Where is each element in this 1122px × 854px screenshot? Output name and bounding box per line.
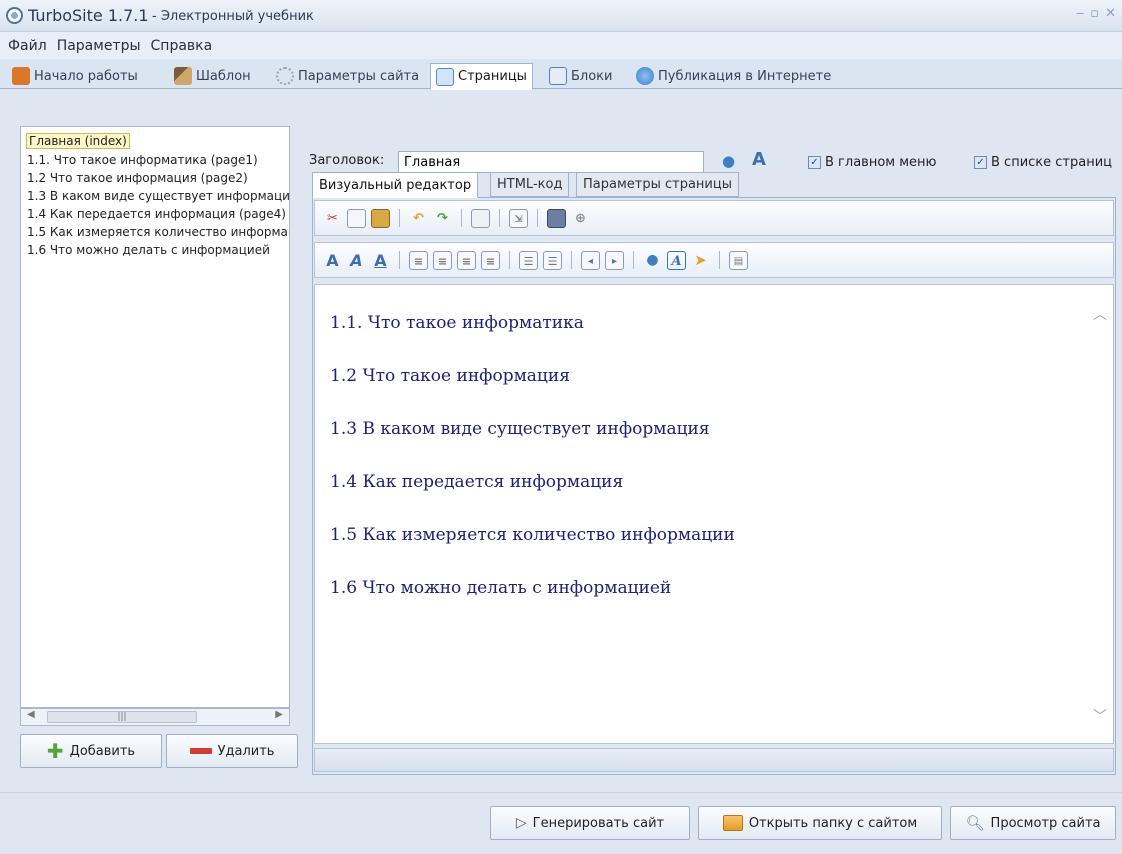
close-button[interactable]: ✕	[1105, 6, 1116, 21]
blocks-icon	[549, 67, 567, 85]
page-list-horizontal-scrollbar[interactable]: ◀ ||| ▶	[20, 708, 290, 726]
heading-label: Заголовок:	[309, 153, 385, 168]
main-menu-checkbox[interactable]: ✓ В главном меню	[808, 155, 936, 170]
app-logo-icon	[6, 7, 23, 24]
image-icon[interactable]	[547, 208, 566, 228]
preview-site-button[interactable]: 🔍︎ Просмотр сайта	[950, 806, 1116, 840]
print-icon[interactable]	[471, 208, 490, 228]
insert-icon[interactable]: ⇲	[509, 208, 528, 228]
plus-icon: ✚	[46, 739, 64, 763]
main-tab-bar: Начало работы Шаблон Параметры сайта Стр…	[0, 59, 1122, 90]
highlight-icon[interactable]: ➤	[691, 251, 710, 270]
document-link[interactable]: 1.1. Что такое информатика	[330, 313, 584, 333]
underline-icon[interactable]: A	[371, 251, 390, 270]
scrollbar-thumb[interactable]: |||	[47, 711, 197, 723]
scroll-right-icon[interactable]: ▶	[275, 709, 283, 720]
page-list: Главная (index) 1.1. Что такое информати…	[20, 126, 290, 708]
menu-help[interactable]: Справка	[151, 38, 213, 54]
bullet-list-icon[interactable]: ☰	[543, 250, 562, 270]
menu-file[interactable]: Файл	[8, 38, 47, 54]
copy-icon[interactable]	[347, 208, 366, 228]
numbered-list-icon[interactable]: ☰	[519, 250, 538, 270]
delete-page-button[interactable]: Удалить	[166, 734, 298, 768]
maximize-button[interactable]: ▫	[1090, 6, 1099, 21]
tab-pages[interactable]: Страницы	[430, 63, 533, 90]
page-list-checkbox[interactable]: ✓ В списке страниц	[974, 155, 1112, 170]
document-link[interactable]: 1.6 Что можно делать с информацией	[330, 578, 671, 598]
open-folder-button[interactable]: Открыть папку с сайтом	[698, 806, 942, 840]
document-link[interactable]: 1.2 Что такое информация	[330, 366, 570, 386]
document-link[interactable]: 1.4 Как передается информация	[330, 472, 623, 492]
heading-input[interactable]	[398, 151, 704, 173]
magnifier-icon: 🔍︎	[965, 814, 985, 832]
scroll-up-icon[interactable]: ︿	[1093, 304, 1107, 324]
tab-blocks[interactable]: Блоки	[543, 63, 618, 89]
editor-document[interactable]: 1.1. Что такое информатика 1.2 Что такое…	[314, 284, 1114, 744]
paste-icon[interactable]	[371, 208, 390, 228]
window-title: TurboSite 1.7.1	[28, 6, 149, 25]
color-picker-icon[interactable]: ●	[722, 152, 735, 170]
indent-icon[interactable]: ▸	[605, 250, 624, 270]
checkmark-icon: ✓	[974, 156, 987, 169]
align-left-icon[interactable]: ≡	[409, 250, 428, 270]
generate-site-button[interactable]: ▷ Генерировать сайт	[490, 806, 690, 840]
list-item[interactable]: 1.5 Как измеряется количество информации	[27, 225, 289, 239]
cut-icon[interactable]: ✂	[323, 209, 342, 228]
text-color-icon[interactable]: ●	[643, 251, 662, 270]
minimize-button[interactable]: ‒	[1076, 6, 1084, 21]
outdent-icon[interactable]: ◂	[581, 250, 600, 270]
title-bar: TurboSite 1.7.1 - Электронный учебник ‒ …	[0, 0, 1122, 32]
tab-html-code[interactable]: HTML-код	[490, 172, 570, 197]
tab-page-settings[interactable]: Параметры страницы	[576, 172, 739, 197]
home-icon	[12, 67, 30, 85]
editor-tabs: Визуальный редактор HTML-код Параметры с…	[310, 172, 1122, 198]
scroll-down-icon[interactable]: ﹀	[1093, 706, 1107, 726]
scroll-left-icon[interactable]: ◀	[27, 709, 35, 720]
tab-publish[interactable]: Публикация в Интернете	[630, 63, 837, 89]
list-item[interactable]: Главная (index)	[26, 133, 130, 149]
tab-template[interactable]: Шаблон	[168, 63, 257, 89]
italic-icon[interactable]: A	[347, 251, 366, 270]
undo-icon[interactable]: ↶	[409, 209, 428, 228]
globe-icon	[636, 67, 654, 85]
redo-icon[interactable]: ↷	[433, 209, 452, 228]
list-item[interactable]: 1.6 Что можно делать с информацией	[27, 243, 289, 257]
gear-icon	[276, 67, 294, 85]
editor-toolbar-primary: ✂ ↶ ↷ ⇲ ⊕	[314, 200, 1114, 236]
window-subtitle: - Электронный учебник	[152, 9, 314, 24]
checkmark-icon: ✓	[808, 156, 821, 169]
menu-bar: Файл Параметры Справка	[0, 32, 1122, 59]
minus-icon	[189, 748, 212, 754]
folder-icon	[722, 815, 743, 831]
pages-icon	[436, 67, 454, 86]
list-item[interactable]: 1.2 Что такое информация (page2)	[27, 171, 289, 185]
play-icon: ▷	[515, 815, 527, 831]
font-style-icon[interactable]: A	[752, 149, 766, 170]
editor-toolbar-format: A A A ≡ ≡ ≡ ≡ ☰ ☰ ◂ ▸ ● A ➤ ▤	[314, 242, 1114, 278]
tab-site-settings[interactable]: Параметры сайта	[270, 63, 425, 89]
bold-icon[interactable]: A	[323, 251, 342, 270]
list-item[interactable]: 1.3 В каком виде существует информация	[27, 189, 289, 203]
document-link[interactable]: 1.5 Как измеряется количество информации	[330, 525, 735, 545]
tab-start[interactable]: Начало работы	[6, 63, 144, 89]
tab-visual-editor[interactable]: Визуальный редактор	[312, 172, 479, 198]
editor-status-strip	[314, 748, 1114, 772]
font-icon[interactable]: A	[667, 250, 686, 270]
brush-icon	[174, 67, 192, 85]
menu-parameters[interactable]: Параметры	[57, 38, 141, 54]
align-justify-icon[interactable]: ≡	[481, 250, 500, 270]
align-right-icon[interactable]: ≡	[457, 250, 476, 270]
list-item[interactable]: 1.4 Как передается информация (page4)	[27, 207, 289, 221]
zoom-icon[interactable]: ⊕	[571, 209, 590, 228]
add-page-button[interactable]: ✚ Добавить	[20, 734, 162, 768]
clear-format-icon[interactable]: ▤	[729, 250, 748, 270]
align-center-icon[interactable]: ≡	[433, 250, 452, 270]
list-item[interactable]: 1.1. Что такое информатика (page1)	[27, 153, 289, 167]
document-link[interactable]: 1.3 В каком виде существует информация	[330, 419, 710, 439]
